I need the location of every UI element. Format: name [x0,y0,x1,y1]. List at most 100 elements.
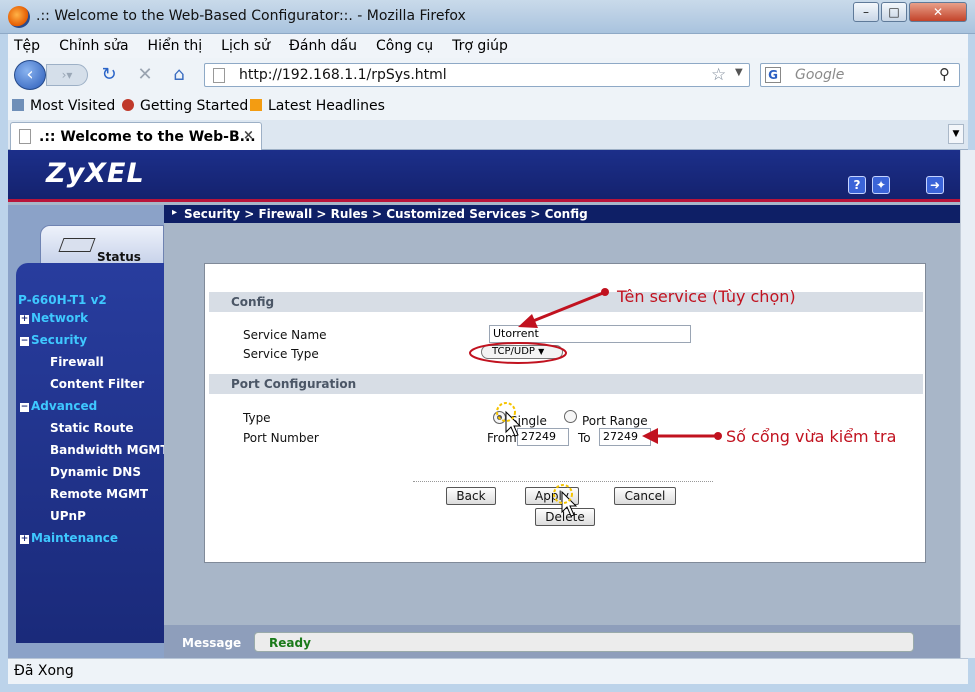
bookmark-label: Latest Headlines [268,98,385,114]
wizard-icon[interactable]: ✦ [872,176,890,194]
from-label: From [487,431,517,445]
zyxel-logo: ZyXEL [46,158,145,189]
apply-button[interactable]: Apply [525,487,579,505]
delete-button[interactable]: Delete [535,508,595,526]
type-label: Type [243,411,271,425]
menu-help[interactable]: Trợ giúp [446,34,508,58]
back-form-button[interactable]: Back [446,487,496,505]
port-range-radio[interactable] [564,410,577,423]
rss-icon [250,99,262,111]
router-header: ZyXEL ? ✦ ➜ [8,150,968,202]
breadcrumb-bar: ▸ Security > Firewall > Rules > Customiz… [164,205,968,223]
service-name-label: Service Name [243,328,327,342]
firefox-icon [122,99,134,111]
maximize-button[interactable]: □ [881,2,907,22]
nav-firewall[interactable]: Firewall [50,355,104,369]
expand-icon: + [20,314,29,324]
router-icon [58,238,96,252]
nav-content-filter[interactable]: Content Filter [50,377,144,391]
nav-remote-mgmt[interactable]: Remote MGMT [50,487,148,501]
expand-icon: + [20,534,29,544]
left-navigation: Status P-660H-T1 v2 + Network − Security F… [8,205,169,658]
star-icon[interactable]: ☆ [711,65,726,85]
bookmark-label: Most Visited [30,98,116,114]
url-text: http://192.168.1.1/rpSys.html [239,67,447,83]
bookmark-most-visited[interactable]: Most Visited [12,98,115,114]
to-port-input[interactable]: 27249 [599,428,651,446]
menu-bookmarks[interactable]: Đánh dấu [283,34,357,58]
browser-tab[interactable]: .:: Welcome to the Web-B... × [10,122,262,150]
nav-label: Maintenance [31,531,119,545]
reload-icon[interactable]: ↻ [98,64,120,86]
content-area: Config Service Name Utorrent Service Typ… [164,223,968,625]
nav-advanced[interactable]: − Advanced [20,399,97,413]
logout-icon[interactable]: ➜ [926,176,944,194]
nav-label: Advanced [31,399,98,413]
nav-upnp[interactable]: UPnP [50,509,86,523]
service-type-select[interactable]: TCP/UDP ▼ [481,345,563,359]
menu-bar: Tệp Chỉnh sửa Hiển thị Lịch sử Đánh dấu Công … [8,34,968,58]
nav-dynamic-dns[interactable]: Dynamic DNS [50,465,141,479]
menu-file[interactable]: Tệp [8,34,40,58]
port-range-label: Port Range [582,414,648,428]
message-label: Message [182,636,242,650]
tab-list-button[interactable]: ▼ [948,124,964,144]
service-type-value: TCP/UDP [492,346,535,357]
forward-button[interactable]: ›▾ [46,64,88,86]
search-icon[interactable]: ⚲ [939,65,950,83]
divider [413,481,713,482]
stop-icon[interactable]: ✕ [134,64,156,86]
nav-security[interactable]: − Security [20,333,87,347]
nav-bandwidth-mgmt[interactable]: Bandwidth MGMT [50,443,169,457]
breadcrumb-arrow-icon: ▸ [172,207,178,218]
status-label: Status [97,250,141,264]
menu-view[interactable]: Hiển thị [142,34,203,58]
nav-label: Network [31,311,89,325]
menu-tools[interactable]: Công cụ [370,34,433,58]
from-port-input[interactable]: 27249 [517,428,569,446]
navigation-toolbar: ‹ ›▾ ↻ ✕ ⌂ http://192.168.1.1/rpSys.html… [8,58,968,92]
menu-history[interactable]: Lịch sử [215,34,270,58]
to-label: To [578,431,591,445]
bookmark-latest-headlines[interactable]: Latest Headlines [250,98,385,114]
message-bar: Message Ready [164,625,968,658]
single-label: Single [510,414,547,428]
tab-close-icon[interactable]: × [243,128,254,143]
model-name: P-660H-T1 v2 [18,293,107,307]
nav-panel: P-660H-T1 v2 + Network − Security Firewall… [16,263,169,643]
cancel-button[interactable]: Cancel [614,487,676,505]
menu-edit[interactable]: Chỉnh sửa [53,34,128,58]
message-text: Ready [269,636,311,650]
page-icon [213,68,225,83]
single-radio[interactable] [493,411,506,424]
firefox-logo-icon [8,6,30,28]
bookmark-icon [12,99,24,111]
config-section-header: Config [209,292,923,312]
nav-static-route[interactable]: Static Route [50,421,134,435]
google-icon[interactable]: G [765,67,781,83]
home-icon[interactable]: ⌂ [168,64,190,86]
service-type-label: Service Type [243,347,319,361]
bookmark-getting-started[interactable]: Getting Started [122,98,248,114]
bookmarks-toolbar: Most Visited Getting Started Latest Head… [8,92,968,120]
web-page: ZyXEL ? ✦ ➜ ▸ Security > Firewall > Rule… [8,150,968,658]
url-dropdown-icon[interactable]: ▼ [735,67,743,78]
close-button[interactable]: ✕ [909,2,967,22]
back-button[interactable]: ‹ [14,60,46,90]
help-icon[interactable]: ? [848,176,866,194]
breadcrumb: Security > Firewall > Rules > Customized… [184,207,588,221]
collapse-icon: − [20,402,29,412]
page-icon [19,129,31,144]
nav-maintenance[interactable]: + Maintenance [20,531,118,545]
service-note: Tên service (Tùy chọn) [617,287,796,306]
port-section-header: Port Configuration [209,374,923,394]
minimize-button[interactable]: – [853,2,879,22]
vertical-scrollbar[interactable] [960,150,975,658]
config-form: Config Service Name Utorrent Service Typ… [204,263,926,563]
search-bar[interactable]: G Google ⚲ [760,63,960,87]
nav-network[interactable]: + Network [20,311,88,325]
url-bar[interactable]: http://192.168.1.1/rpSys.html ☆ ▼ [204,63,750,87]
window-title: .:: Welcome to the Web-Based Configurato… [36,8,466,24]
window-titlebar: .:: Welcome to the Web-Based Configurato… [0,0,975,34]
service-name-input[interactable]: Utorrent [489,325,691,343]
